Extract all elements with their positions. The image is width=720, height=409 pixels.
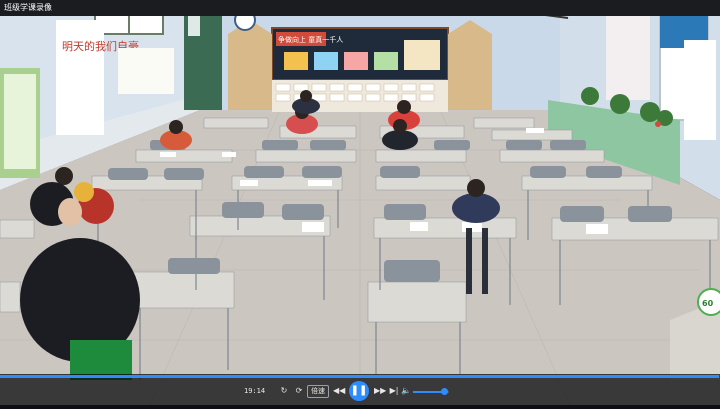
video-frame[interactable]: 明天的我们自豪 争做向上 童真一千人 — [0, 0, 720, 406]
pause-icon[interactable]: ❚❚ — [349, 381, 369, 401]
refresh-icon[interactable]: ⟳ — [293, 383, 305, 399]
playback-time: 19:14 — [244, 387, 266, 395]
progress-fill — [0, 375, 720, 378]
window-titlebar: 班级学课录像 — [0, 0, 720, 16]
speed-button[interactable]: 倍速 — [307, 385, 329, 398]
rewind-icon[interactable]: ◀◀ — [333, 383, 345, 399]
loop-icon[interactable]: ↻ — [278, 383, 290, 399]
volume-fill — [413, 391, 444, 393]
volume-icon[interactable]: 🔈 — [400, 383, 412, 399]
board-banner: 争做向上 童真一千人 — [278, 35, 343, 44]
volume-knob[interactable] — [440, 388, 448, 395]
window-title: 班级学课录像 — [4, 3, 52, 12]
classroom-scene: 明天的我们自豪 争做向上 童真一千人 — [0, 0, 720, 406]
next-icon[interactable]: ▶| — [388, 383, 400, 399]
progress-bar[interactable] — [0, 375, 720, 378]
fast-forward-icon[interactable]: ▶▶ — [374, 383, 386, 399]
status-badge: 60 — [697, 288, 720, 316]
volume-slider[interactable] — [413, 388, 449, 395]
